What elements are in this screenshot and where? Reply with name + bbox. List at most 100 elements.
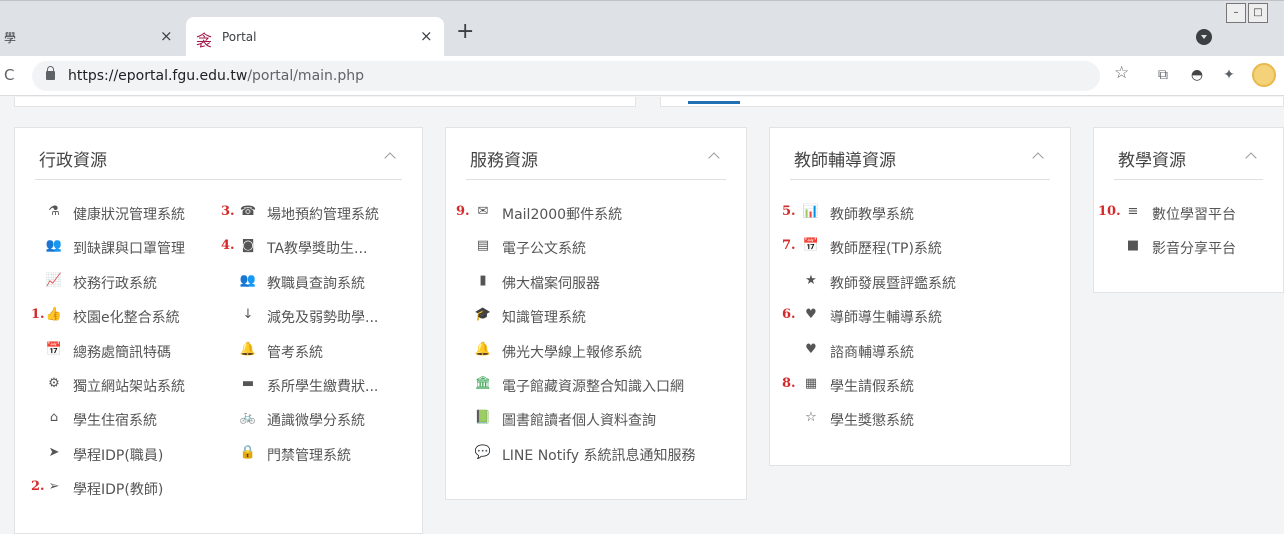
item-icon: ☆ — [805, 410, 817, 426]
item-icon: 🔒 — [239, 444, 257, 460]
lock-icon[interactable] — [46, 66, 55, 80]
panel-title: 教學資源 — [1118, 151, 1186, 171]
item-icon: ★ — [805, 272, 817, 288]
url-text[interactable]: https://eportal.fgu.edu.tw/portal/main.p… — [68, 68, 364, 84]
item-label: 減免及弱勢助學... — [267, 310, 379, 327]
item-icon: 🔔 — [239, 341, 257, 357]
cast-icon[interactable]: ⧉ — [1154, 66, 1172, 84]
favicon-icon: 衾 — [196, 31, 213, 50]
annotation-number: 4. — [221, 238, 235, 254]
panel-admin-resources: 行政資源 ⚗ 健康狀況管理系統 👥 到缺課與口罩管理 📈 校務行政系統 1. 👍 校園e化整合系… — [14, 127, 423, 534]
extension-mask-icon[interactable]: ◓ — [1188, 66, 1206, 84]
item-label: 知識管理系統 — [502, 310, 586, 327]
panel-header: 服務資源 — [466, 146, 726, 180]
chevron-up-icon[interactable] — [1032, 152, 1044, 164]
item-icon: ✉ — [477, 204, 489, 219]
item-label: 學生住宿系統 — [73, 413, 157, 430]
item-icon: 📊 — [802, 204, 820, 219]
item-label: 數位學習平台 — [1152, 207, 1236, 223]
item-label: 諮商輔導系統 — [830, 344, 914, 361]
item-icon: 📅 — [802, 238, 820, 254]
chevron-up-icon[interactable] — [708, 152, 720, 164]
tab-close-icon[interactable]: × — [420, 27, 433, 45]
annotation-number: 3. — [221, 204, 235, 219]
item-icon: 📗 — [474, 410, 492, 426]
item-label: TA教學獎助生... — [267, 241, 368, 258]
item-label: 健康狀況管理系統 — [73, 207, 185, 223]
annotation-number: 5. — [782, 204, 796, 219]
item-label: Mail2000郵件系統 — [502, 207, 623, 223]
item-icon: 👥 — [239, 272, 257, 288]
panel-header: 教師輔導資源 — [790, 146, 1050, 180]
tab-close-icon[interactable]: × — [160, 27, 173, 45]
window-controls: – □ — [1226, 3, 1268, 23]
annotation-number: 2. — [31, 479, 45, 495]
browser-tab-bar: 學 × 衾 Portal × + – □ — [0, 0, 1284, 57]
browser-tab-previous[interactable]: 學 × — [0, 17, 186, 57]
top-panel-right — [660, 97, 1284, 107]
chevron-up-icon[interactable] — [384, 152, 396, 164]
item-icon: ☎ — [239, 204, 257, 219]
annotation-number: 1. — [31, 307, 45, 323]
item-icon: 🔔 — [474, 341, 492, 357]
item-icon: ▦ — [804, 376, 818, 391]
item-label: 校園e化整合系統 — [73, 310, 180, 327]
item-label: 佛光大學線上報修系統 — [502, 344, 642, 361]
item-label: 總務處簡訊特碼 — [73, 344, 171, 361]
item-icon: ↓ — [242, 307, 254, 323]
item-label: 教師歷程(TP)系統 — [830, 241, 942, 258]
new-tab-icon[interactable]: + — [456, 21, 474, 43]
item-label: 學程IDP(教師) — [73, 482, 164, 499]
chevron-up-icon[interactable] — [1245, 152, 1257, 164]
annotation-number: 10. — [1098, 204, 1121, 219]
item-icon: ◙ — [241, 238, 255, 254]
url-path: /portal/main.php — [247, 68, 365, 84]
minimize-button[interactable]: – — [1226, 3, 1246, 23]
item-icon: ♥ — [805, 307, 817, 323]
item-label: 獨立網站架站系統 — [73, 379, 185, 395]
item-icon: 📈 — [45, 272, 63, 288]
panel-teaching-resources: 教學資源 10. ≡ 數位學習平台 ■ 影音分享平台 — [1093, 127, 1284, 293]
item-label: 系所學生繳費狀... — [267, 379, 379, 395]
reload-icon[interactable]: C — [4, 66, 14, 84]
item-icon: ▤ — [476, 238, 490, 254]
active-tab-indicator — [688, 101, 740, 104]
panel-header: 教學資源 — [1114, 146, 1263, 180]
panel-title: 教師輔導資源 — [794, 151, 896, 171]
panel-header: 行政資源 — [35, 146, 402, 180]
item-label: 教師發展暨評鑑系統 — [830, 275, 956, 292]
annotation-number: 7. — [782, 238, 796, 254]
address-bar[interactable]: https://eportal.fgu.edu.tw/portal/main.p… — [32, 61, 1100, 91]
item-icon: ≡ — [1127, 204, 1139, 219]
item-label: 電子館藏資源整合知識入口網 — [502, 379, 684, 395]
item-label: 教師教學系統 — [830, 207, 914, 223]
annotation-number: 8. — [782, 376, 796, 391]
top-panel-left — [14, 97, 636, 107]
item-icon: ➤ — [48, 444, 60, 460]
item-label: 影音分享平台 — [1152, 241, 1236, 258]
bookmark-star-icon[interactable]: ☆ — [1114, 63, 1129, 83]
annotation-number: 6. — [782, 307, 796, 323]
item-icon: ▮ — [479, 272, 487, 288]
extensions-puzzle-icon[interactable]: ✦ — [1220, 66, 1238, 84]
item-label: 到缺課與口罩管理 — [73, 241, 185, 258]
tab-title: Portal — [222, 30, 257, 44]
item-label: 電子公文系統 — [502, 241, 586, 258]
item-icon: 👍 — [45, 307, 63, 323]
item-label: LINE Notify 系統訊息通知服務 — [502, 447, 696, 464]
url-host: https://eportal.fgu.edu.tw — [68, 68, 248, 84]
item-label: 圖書館讀者個人資料查詢 — [502, 413, 656, 430]
item-label: 通識微學分系統 — [267, 413, 365, 430]
browser-tab-portal[interactable]: 衾 Portal × — [186, 17, 444, 57]
browser-toolbar: C https://eportal.fgu.edu.tw/portal/main… — [0, 56, 1284, 96]
tab-search-icon[interactable] — [1196, 29, 1212, 45]
item-icon: ⌂ — [49, 410, 59, 426]
item-label: 學程IDP(職員) — [73, 447, 164, 464]
maximize-button[interactable]: □ — [1248, 3, 1268, 23]
item-label: 校務行政系統 — [73, 275, 157, 292]
panel-title: 行政資源 — [39, 151, 107, 171]
profile-avatar[interactable] — [1252, 63, 1276, 87]
panel-title: 服務資源 — [470, 151, 538, 171]
item-icon: 🏛 — [474, 376, 492, 391]
item-icon: ⚗ — [48, 204, 60, 219]
